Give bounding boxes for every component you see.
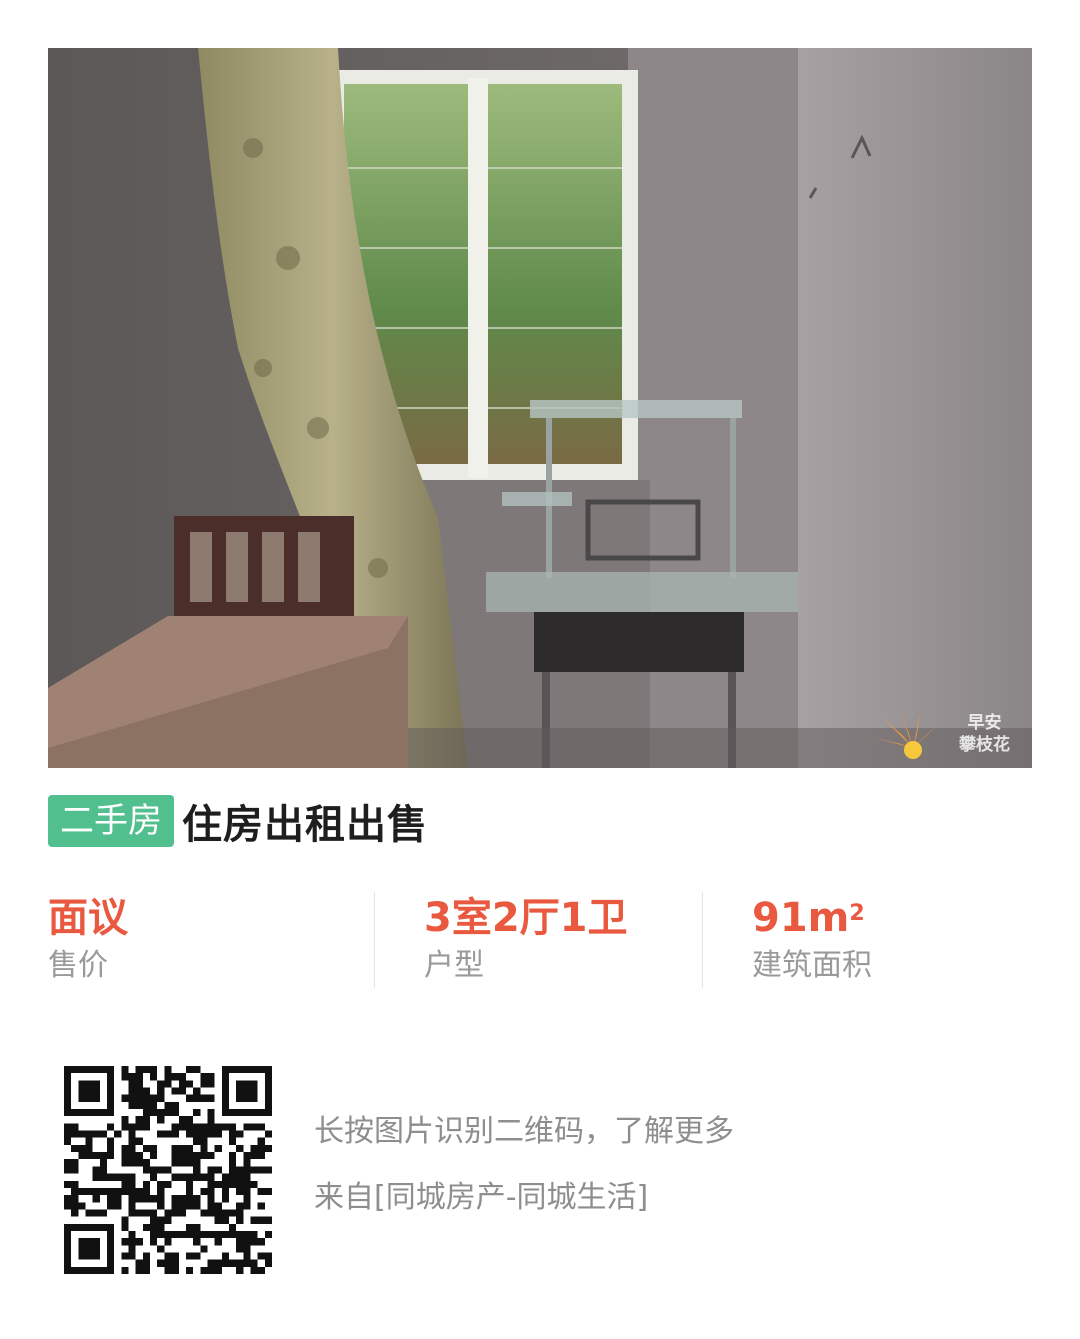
stat-area-number: 91m	[752, 895, 850, 941]
stat-price-value: 面议	[48, 895, 128, 941]
qr-source: 来自[同城房产-同城生活]	[314, 1180, 649, 1215]
watermark: 早安 攀枝花	[873, 708, 1010, 760]
listing-title: 住房出租出售	[182, 802, 428, 848]
listing-title-row: 二手房 住房出租出售	[48, 795, 428, 848]
watermark-line1: 早安	[967, 713, 1002, 733]
stat-area-value: 91m2	[752, 892, 1032, 944]
listing-stats: 面议 售价 3室2厅1卫 户型 91m2 建筑面积	[48, 892, 1032, 988]
qr-code-icon[interactable]	[64, 1066, 272, 1274]
category-badge: 二手房	[48, 795, 174, 847]
stat-divider	[374, 892, 375, 988]
watermark-line2: 攀枝花	[959, 735, 1010, 755]
listing-photo[interactable]: 早安 攀枝花	[48, 48, 1032, 768]
stat-price-label: 售价	[48, 948, 108, 983]
stat-layout: 3室2厅1卫 户型	[424, 892, 700, 988]
sunflower-logo-icon	[873, 708, 953, 760]
stat-layout-label: 户型	[424, 948, 484, 983]
qr-info: 长按图片识别二维码，了解更多 来自[同城房产-同城生活]	[314, 1110, 734, 1220]
qr-hint: 长按图片识别二维码，了解更多	[314, 1114, 734, 1149]
stat-price: 面议 售价	[48, 892, 374, 988]
stat-area-label: 建筑面积	[752, 948, 872, 983]
stat-layout-value: 3室2厅1卫	[424, 895, 628, 941]
stat-divider	[702, 892, 703, 988]
stat-area: 91m2 建筑面积	[752, 892, 1032, 988]
stat-area-superscript: 2	[849, 901, 865, 926]
